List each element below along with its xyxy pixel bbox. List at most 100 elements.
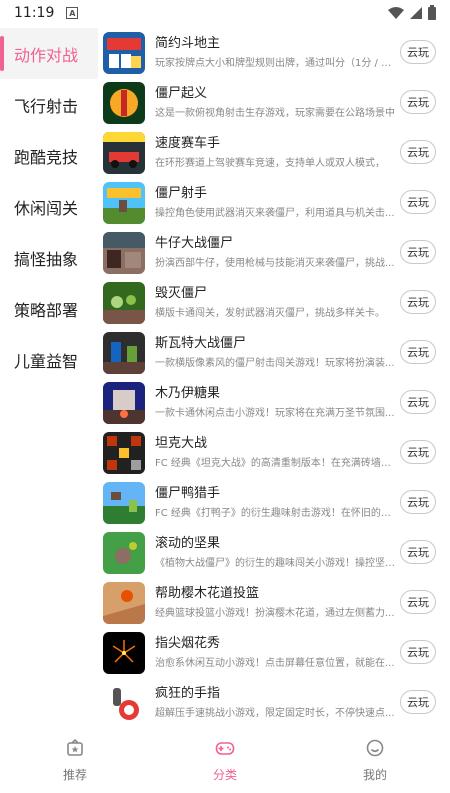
status-bar: 11:19 A [0, 0, 450, 26]
game-desc: 超解压手速挑战小游戏，限定固定时长，不停快速点... [155, 708, 395, 719]
game-title: 帮助樱木花道投篮 [155, 586, 260, 601]
game-row[interactable]: 僵尸射手操控角色使用武器消灭来袭僵尸，利用道具与机关击... 云玩 [98, 178, 450, 228]
game-title: 坦克大战 [155, 436, 208, 451]
zombie-duck-icon [103, 482, 145, 524]
game-title: 速度赛车手 [155, 136, 221, 151]
cloud-play-button[interactable]: 云玩 [400, 240, 436, 264]
game-list: 简约斗地主玩家按牌点大小和牌型规则出牌，通过叫分（1分 / 2分 云玩 僵尸起义… [98, 28, 450, 728]
game-desc: 治愈系休闲互动小游戏！点击屏幕任意位置，就能在... [155, 658, 395, 669]
cloud-play-button[interactable]: 云玩 [400, 590, 436, 614]
recommend-icon [67, 738, 83, 756]
cloud-play-button[interactable]: 云玩 [400, 640, 436, 664]
tab-label: 分类 [212, 768, 237, 782]
game-desc: 这是一款俯视角射击生存游戏，玩家需要在公路场景中 [155, 108, 395, 119]
tab-label: 推荐 [62, 768, 87, 782]
game-desc: 操控角色使用武器消灭来袭僵尸，利用道具与机关击... [155, 208, 395, 219]
crazy-finger-icon [103, 682, 145, 724]
game-title: 僵尸射手 [155, 186, 208, 201]
game-title: 斯瓦特大战僵尸 [155, 336, 247, 351]
game-title: 简约斗地主 [155, 36, 221, 51]
game-desc: 玩家按牌点大小和牌型规则出牌，通过叫分（1分 / 2分 [155, 58, 395, 69]
tab-category[interactable]: 分类 [150, 728, 300, 793]
game-title: 木乃伊糖果 [155, 386, 221, 401]
sidebar-item-label: 搞怪抽象 [14, 249, 79, 269]
cloud-play-button[interactable]: 云玩 [400, 440, 436, 464]
zombie-shooter-icon [103, 182, 145, 224]
game-title: 滚动的坚果 [155, 536, 221, 551]
sidebar-item-funny[interactable]: 搞怪抽象 [0, 232, 98, 283]
sidebar-item-parkour[interactable]: 跑酷竞技 [0, 130, 98, 181]
cloud-play-button[interactable]: 云玩 [400, 90, 436, 114]
swat-zombie-icon [103, 332, 145, 374]
cloud-play-button[interactable]: 云玩 [400, 540, 436, 564]
racing-car-icon [103, 132, 145, 174]
sidebar-item-shooting[interactable]: 飞行射击 [0, 79, 98, 130]
cloud-play-button[interactable]: 云玩 [400, 390, 436, 414]
game-row[interactable]: 毁灭僵尸横版卡通闯关，发射武器消灭僵尸，挑战多样关卡。 云玩 [98, 278, 450, 328]
sidebar-item-label: 休闲闯关 [14, 198, 79, 218]
cloud-play-button[interactable]: 云玩 [400, 340, 436, 364]
rolling-nut-icon [103, 532, 145, 574]
game-row[interactable]: 滚动的坚果《植物大战僵尸》的衍生的趣味闯关小游戏！操控坚硬... 云玩 [98, 528, 450, 578]
poker-game-icon [103, 32, 145, 74]
game-row[interactable]: 速度赛车手在环形赛道上驾驶赛车竞速，支持单人或双人模式， 云玩 [98, 128, 450, 178]
sidebar-item-label: 儿童益智 [14, 351, 79, 371]
game-row[interactable]: 帮助樱木花道投篮 经典篮球投篮小游戏！扮演樱木花道，通过左侧蓄力... 云玩 [98, 578, 450, 628]
cowboy-zombie-icon [103, 232, 145, 274]
game-desc: FC 经典《坦克大战》的高清重制版本！在充满砖墙、... [155, 458, 395, 469]
smiley-icon [366, 739, 384, 757]
game-title: 僵尸鸭猎手 [155, 486, 221, 501]
tab-recommend[interactable]: 推荐 [0, 728, 150, 793]
game-row[interactable]: 僵尸起义这是一款俯视角射击生存游戏，玩家需要在公路场景中 云玩 [98, 78, 450, 128]
category-sidebar: 动作对战 飞行射击 跑酷竞技 休闲闯关 搞怪抽象 策略部署 儿童益智 [0, 28, 98, 728]
status-icons [388, 4, 436, 20]
sidebar-item-kids[interactable]: 儿童益智 [0, 334, 98, 385]
tab-mine[interactable]: 我的 [300, 728, 450, 793]
sidebar-item-label: 策略部署 [14, 300, 79, 320]
game-desc: 扮演西部牛仔，使用枪械与技能消灭来袭僵尸，挑战... [155, 258, 395, 269]
cloud-play-button[interactable]: 云玩 [400, 290, 436, 314]
mummy-candy-icon [103, 382, 145, 424]
game-desc: 《植物大战僵尸》的衍生的趣味闯关小游戏！操控坚硬... [155, 558, 395, 569]
cloud-play-button[interactable]: 云玩 [400, 490, 436, 514]
game-title: 牛仔大战僵尸 [155, 236, 234, 251]
cloud-play-button[interactable]: 云玩 [400, 690, 436, 714]
fireworks-icon [103, 632, 145, 674]
sidebar-item-label: 跑酷竞技 [14, 147, 79, 167]
game-row[interactable]: 僵尸鸭猎手 FC 经典《打鸭子》的衍生趣味射击游戏！在怀旧的森... 云玩 [98, 478, 450, 528]
a-notification-icon: A [66, 7, 79, 19]
cloud-play-button[interactable]: 云玩 [400, 140, 436, 164]
signal-icon [410, 7, 422, 19]
sidebar-item-label: 飞行射击 [14, 96, 79, 116]
bottom-tab-bar: 推荐 分类 我的 [0, 728, 450, 793]
sidebar-item-label: 动作对战 [14, 45, 79, 65]
game-desc: 一款卡通休闲点击小游戏！玩家将在充满万圣节氛围... [155, 408, 395, 419]
cloud-play-button[interactable]: 云玩 [400, 40, 436, 64]
game-desc: 横版卡通闯关，发射武器消灭僵尸，挑战多样关卡。 [155, 308, 385, 319]
gamepad-icon [215, 742, 235, 755]
game-title: 指尖烟花秀 [155, 636, 221, 651]
game-title: 僵尸起义 [155, 86, 208, 101]
status-time: 11:19 [14, 5, 55, 21]
game-desc: 在环形赛道上驾驶赛车竞速，支持单人或双人模式， [155, 158, 385, 169]
game-row[interactable]: 木乃伊糖果一款卡通休闲点击小游戏！玩家将在充满万圣节氛围... 云玩 [98, 378, 450, 428]
sidebar-item-strategy[interactable]: 策略部署 [0, 283, 98, 334]
destroy-zombie-icon [103, 282, 145, 324]
sidebar-item-action[interactable]: 动作对战 [0, 28, 98, 79]
tank-battle-icon [103, 432, 145, 474]
cloud-play-button[interactable]: 云玩 [400, 190, 436, 214]
basketball-icon [103, 582, 145, 624]
game-row[interactable]: 指尖烟花秀治愈系休闲互动小游戏！点击屏幕任意位置，就能在... 云玩 [98, 628, 450, 678]
game-row[interactable]: 疯狂的手指超解压手速挑战小游戏，限定固定时长，不停快速点... 云玩 [98, 678, 450, 728]
tab-label: 我的 [362, 768, 387, 782]
sidebar-item-casual[interactable]: 休闲闯关 [0, 181, 98, 232]
game-desc: FC 经典《打鸭子》的衍生趣味射击游戏！在怀旧的森... [155, 508, 395, 519]
wifi-icon [388, 7, 404, 19]
zombie-rising-icon [103, 82, 145, 124]
game-title: 疯狂的手指 [155, 686, 221, 701]
game-row[interactable]: 牛仔大战僵尸扮演西部牛仔，使用枪械与技能消灭来袭僵尸，挑战... 云玩 [98, 228, 450, 278]
game-row[interactable]: 斯瓦特大战僵尸 一款横版像素风的僵尸射击闯关游戏！玩家将扮演装... 云玩 [98, 328, 450, 378]
game-row[interactable]: 简约斗地主玩家按牌点大小和牌型规则出牌，通过叫分（1分 / 2分 云玩 [98, 28, 450, 78]
game-row[interactable]: 坦克大战 FC 经典《坦克大战》的高清重制版本！在充满砖墙、... 云玩 [98, 428, 450, 478]
game-title: 毁灭僵尸 [155, 286, 208, 301]
